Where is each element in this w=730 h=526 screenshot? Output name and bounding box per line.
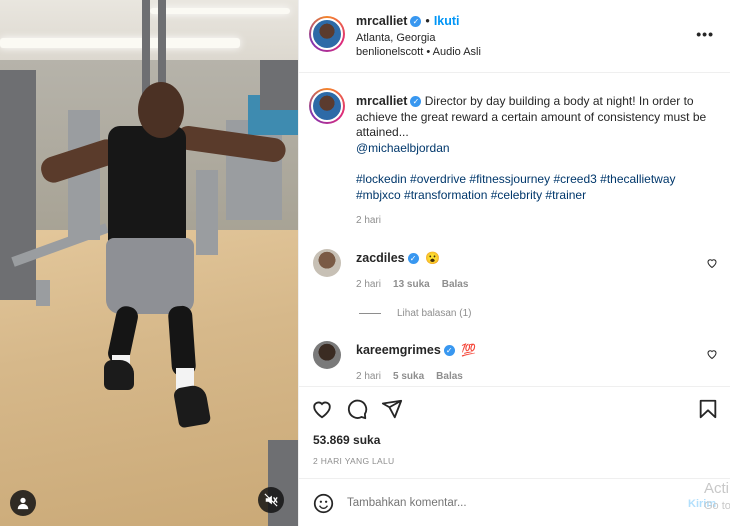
- caption-text: mrcalliet ✓ Director by day building a bo…: [356, 94, 716, 203]
- commenter-username[interactable]: zacdiles: [356, 251, 405, 265]
- share-icon[interactable]: [381, 398, 403, 420]
- mute-icon[interactable]: [258, 487, 284, 513]
- hashtags-line[interactable]: #lockedin #overdrive #fitnessjourney #cr…: [356, 172, 676, 186]
- activate-windows-subtext: Go to: [704, 500, 730, 512]
- comment-line: kareemgrimes ✓ 💯: [356, 343, 476, 357]
- gym-machine: [158, 0, 166, 95]
- verified-icon: ✓: [410, 96, 422, 108]
- tagged-user-icon[interactable]: [10, 490, 36, 516]
- reply-button[interactable]: Balas: [442, 279, 469, 290]
- caption-username[interactable]: mrcalliet: [356, 94, 407, 108]
- divider: [299, 386, 730, 387]
- like-comment-icon[interactable]: [706, 257, 718, 269]
- comment-likes[interactable]: 5 suka: [393, 371, 424, 382]
- hashtags-line[interactable]: #mbjxco #transformation #celebrity #trai…: [356, 188, 586, 202]
- ceiling-light: [0, 38, 240, 48]
- follow-button[interactable]: Ikuti: [434, 14, 460, 28]
- comment-line: zacdiles ✓ 😮: [356, 251, 440, 265]
- gym-machine: [268, 440, 298, 526]
- post-panel: mrcalliet ✓ • Ikuti Atlanta, Georgia benlio…: [298, 0, 730, 526]
- save-icon[interactable]: [697, 398, 719, 420]
- commenter-avatar[interactable]: [313, 249, 341, 277]
- reply-button[interactable]: Balas: [436, 371, 463, 382]
- gym-machine: [260, 60, 298, 110]
- audio-link[interactable]: benlionelscott • Audio Asli: [356, 46, 481, 58]
- more-options-icon[interactable]: •••: [696, 26, 714, 42]
- caption-time[interactable]: 2 hari: [356, 215, 381, 226]
- comment-time[interactable]: 2 hari: [356, 371, 381, 382]
- header-line: mrcalliet ✓ • Ikuti: [356, 14, 460, 28]
- comment-meta: 2 hari 13 suka Balas: [356, 279, 480, 290]
- gym-machine: [196, 170, 218, 255]
- replies-line: [359, 313, 381, 314]
- author-avatar[interactable]: [309, 16, 345, 52]
- location-link[interactable]: Atlanta, Georgia: [356, 32, 436, 44]
- divider: [299, 478, 730, 479]
- likes-count[interactable]: 53.869 suka: [313, 433, 380, 447]
- gym-machine: [36, 280, 50, 306]
- like-icon[interactable]: [311, 398, 333, 420]
- mention-link[interactable]: @michaelbjordan: [356, 141, 450, 155]
- comment-icon[interactable]: [346, 398, 368, 420]
- emoji-icon[interactable]: [313, 493, 334, 514]
- verified-icon: ✓: [407, 253, 419, 265]
- view-replies-label[interactable]: Lihat balasan (1): [397, 308, 472, 319]
- divider: [299, 72, 730, 73]
- like-comment-icon[interactable]: [706, 348, 718, 360]
- comment-likes[interactable]: 13 suka: [393, 279, 430, 290]
- separator-dot: •: [425, 14, 430, 28]
- ceiling-light: [150, 8, 290, 14]
- comment-text: 💯: [461, 343, 477, 357]
- commenter-avatar[interactable]: [313, 341, 341, 369]
- activate-windows-watermark: Acti: [704, 480, 730, 497]
- post-video[interactable]: [0, 0, 298, 526]
- gym-machine: [142, 0, 150, 95]
- comment-time[interactable]: 2 hari: [356, 279, 381, 290]
- commenter-username[interactable]: kareemgrimes: [356, 343, 441, 357]
- comment-meta: 2 hari 5 suka Balas: [356, 371, 475, 382]
- post-date[interactable]: 2 HARI YANG LALU: [313, 456, 395, 466]
- author-username[interactable]: mrcalliet: [356, 14, 407, 28]
- caption-avatar[interactable]: [309, 88, 345, 124]
- verified-icon: ✓: [410, 16, 422, 28]
- comment-input[interactable]: [347, 497, 647, 509]
- comment-text: 😮: [424, 251, 440, 265]
- view-replies-button[interactable]: Lihat balasan (1): [359, 308, 472, 319]
- verified-icon: ✓: [443, 345, 455, 357]
- caption-body: Director by day building a body at night…: [356, 94, 707, 140]
